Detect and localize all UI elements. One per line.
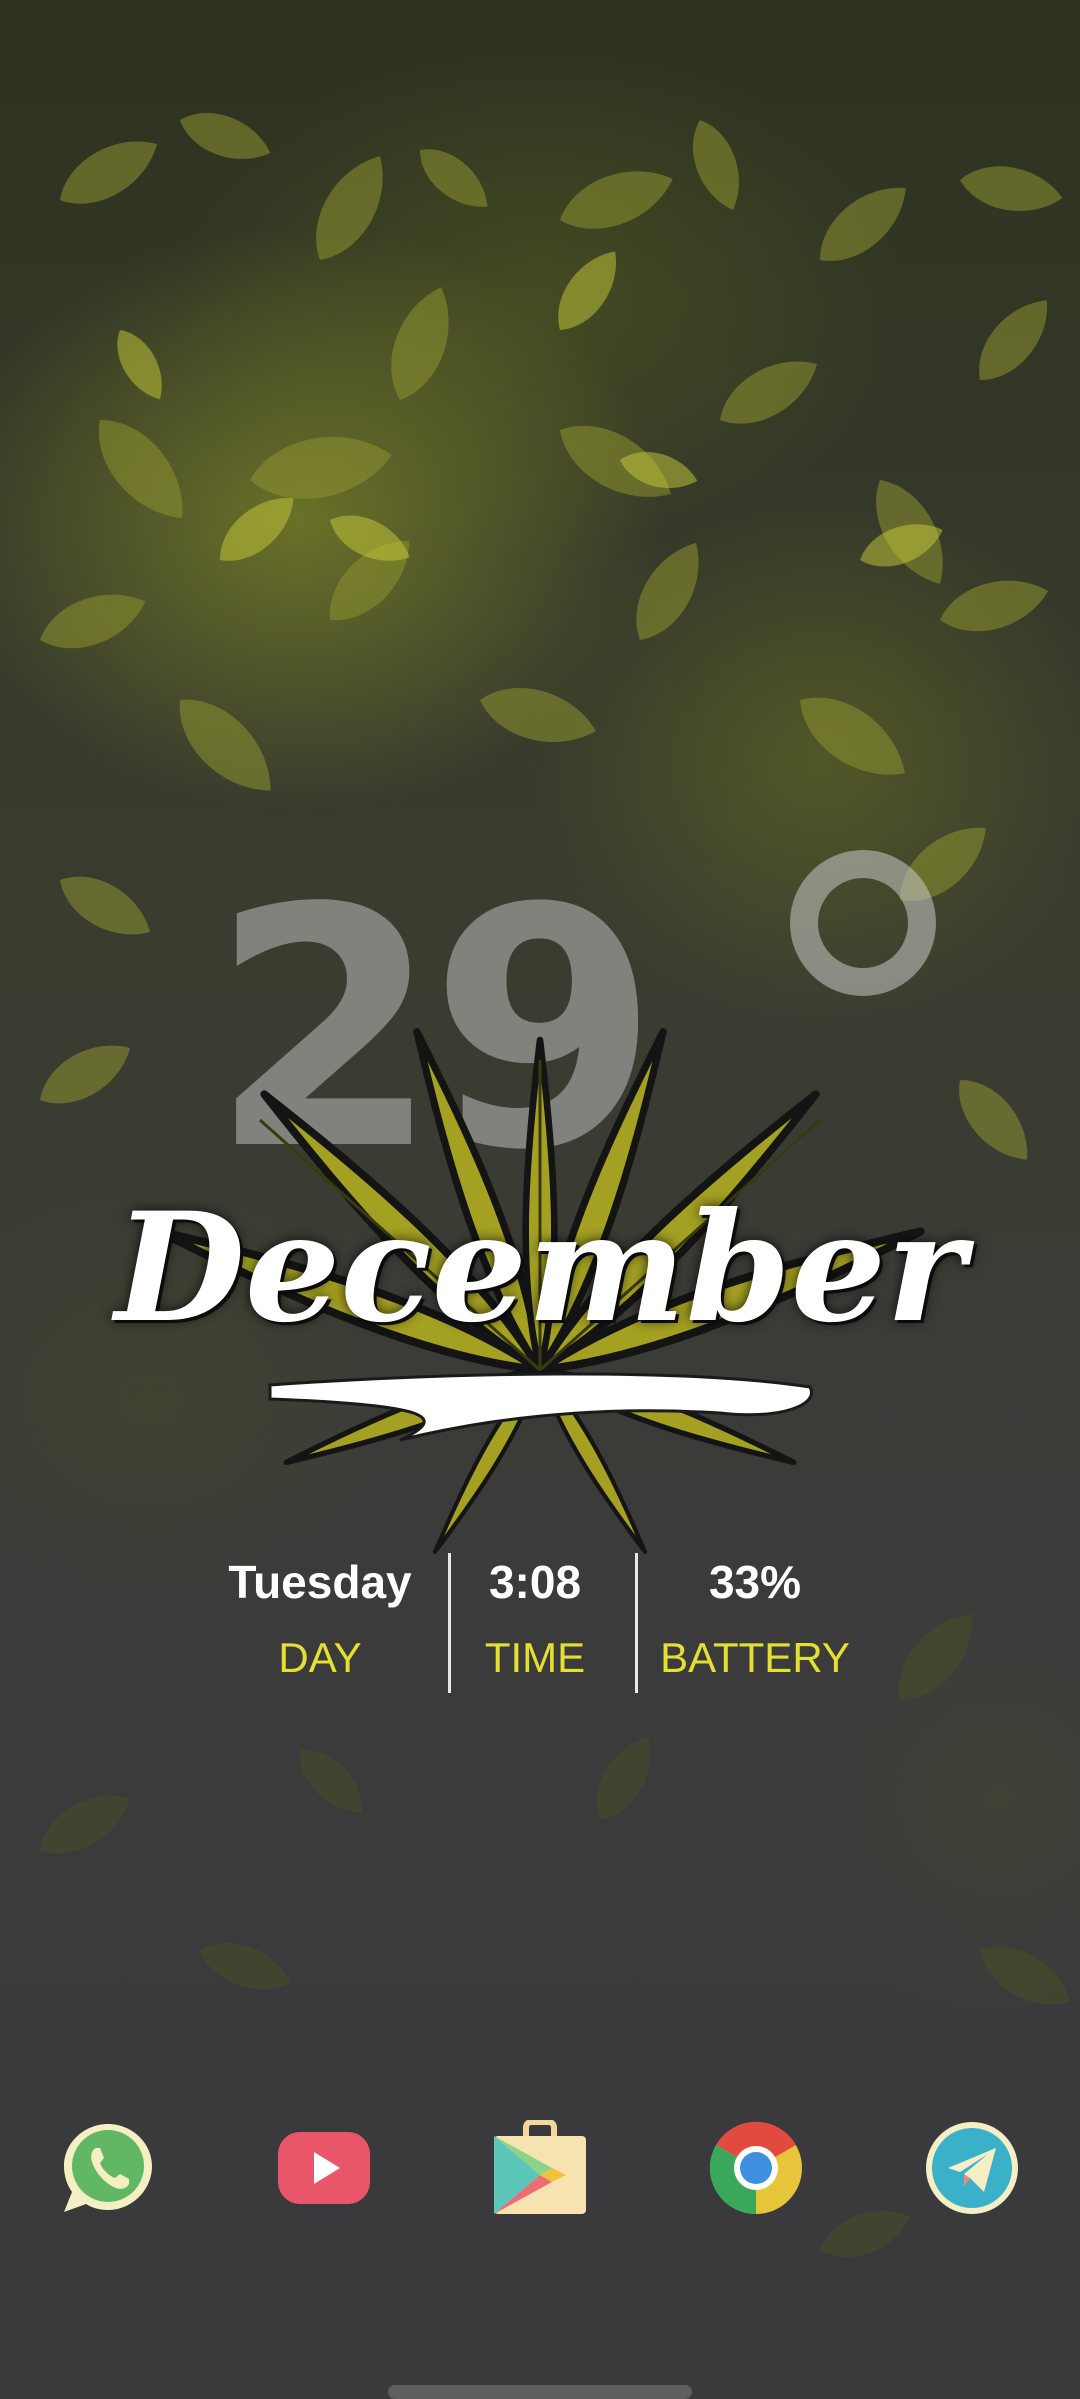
- stat-battery: 33% BATTERY: [640, 1550, 870, 1688]
- info-stats: Tuesday DAY 3:08 TIME 33% BATTERY: [200, 1550, 880, 1700]
- home-screen: 29 December Tuesday DAY 3:08 TIME 33% BA…: [0, 0, 1080, 2399]
- chrome-app[interactable]: [708, 2120, 804, 2216]
- stat-divider: [448, 1553, 451, 1693]
- play-store-icon: [494, 2119, 586, 2214]
- battery-value: 33%: [708, 1556, 802, 1608]
- time-value: 3:08: [488, 1556, 582, 1608]
- day-value: Tuesday: [228, 1556, 412, 1608]
- chrome-icon: [709, 2121, 802, 2215]
- degree-symbol: [790, 850, 936, 996]
- app-dock: [0, 2119, 1080, 2220]
- play-store-app[interactable]: [492, 2119, 588, 2216]
- whatsapp-app[interactable]: [60, 2120, 156, 2216]
- month-title: December: [114, 1180, 966, 1356]
- stat-day: Tuesday DAY: [210, 1550, 430, 1688]
- stat-time: 3:08 TIME: [445, 1550, 625, 1688]
- gesture-nav-bar[interactable]: [388, 2385, 692, 2399]
- stat-divider: [635, 1553, 638, 1693]
- youtube-icon: [278, 2132, 370, 2204]
- telegram-icon: [926, 2122, 1018, 2214]
- day-label: DAY: [278, 1634, 362, 1681]
- telegram-app[interactable]: [924, 2120, 1020, 2216]
- swoosh-underline: [268, 1372, 813, 1442]
- youtube-app[interactable]: [276, 2120, 372, 2216]
- time-label: TIME: [484, 1634, 586, 1681]
- whatsapp-icon: [64, 2124, 152, 2212]
- battery-label: BATTERY: [660, 1634, 850, 1681]
